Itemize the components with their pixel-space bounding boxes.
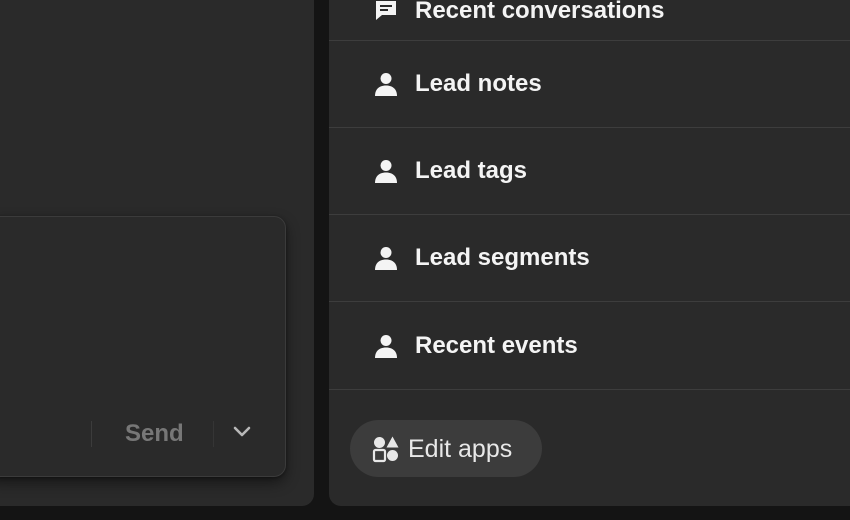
edit-apps-button[interactable]: Edit apps (350, 420, 542, 477)
app-row-label: Recent conversations (415, 0, 665, 24)
app-row-recent-events[interactable]: Recent events (329, 303, 850, 390)
chevron-down-icon (233, 426, 251, 437)
app-row-label: Lead segments (415, 244, 590, 271)
app-row-lead-notes[interactable]: Lead notes (329, 41, 850, 128)
apps-panel: Recent conversations Lead notes Lead tag… (329, 0, 850, 506)
chat-bubble-icon (373, 0, 399, 24)
app-row-lead-tags[interactable]: Lead tags (329, 128, 850, 215)
person-icon (373, 71, 399, 97)
person-icon (373, 333, 399, 359)
apps-shapes-icon (372, 436, 399, 463)
send-options-button[interactable] (227, 417, 257, 447)
message-composer[interactable]: Send (0, 216, 286, 477)
app-row-label: Lead tags (415, 157, 528, 184)
app-row-label: Recent events (415, 332, 578, 359)
send-button[interactable]: Send (125, 418, 184, 450)
app-row-lead-segments[interactable]: Lead segments (329, 215, 850, 302)
edit-apps-label: Edit apps (408, 435, 513, 463)
send-split-divider (213, 421, 214, 447)
person-icon (373, 158, 399, 184)
person-icon (373, 245, 399, 271)
app-row-recent-conversations[interactable]: Recent conversations (329, 0, 850, 41)
conversation-pane: Send (0, 0, 314, 506)
app-row-label: Lead notes (415, 70, 542, 97)
toolbar-divider (91, 421, 92, 447)
